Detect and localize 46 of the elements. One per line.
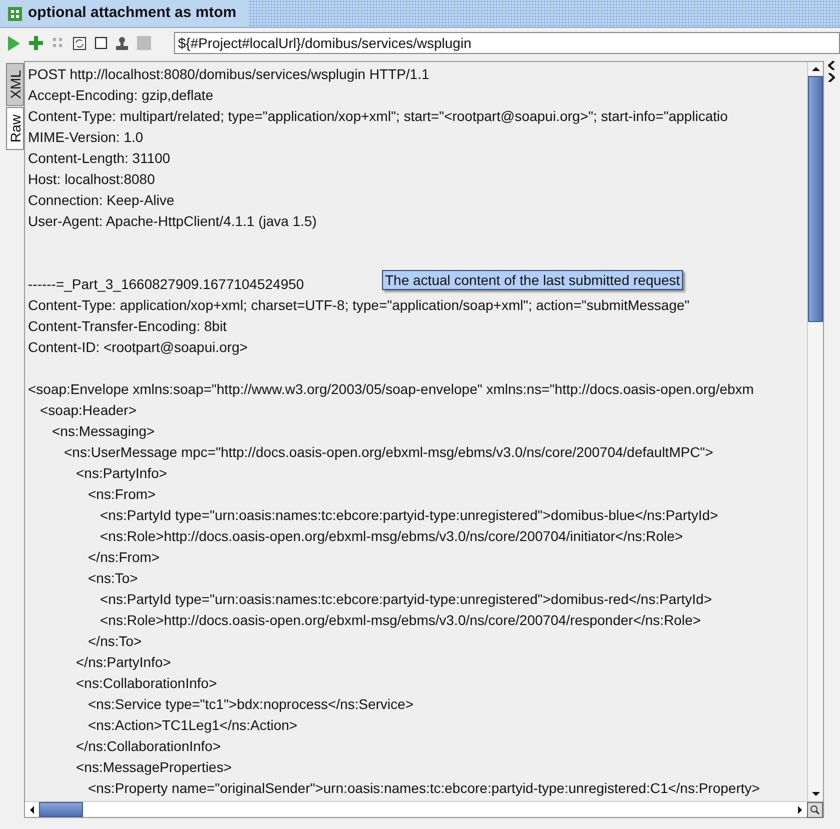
code-line: <ns:Role>http://docs.oasis-open.org/ebxml-msg/ebms/v3.0/ns/core/200704/initiator</ns:Role> [100, 527, 683, 546]
code-line: <soap:Envelope xmlns:soap="http://www.w3.org/2003/05/soap-envelope" xmlns:ns="http://docs.oasis-open.org/ebxm [28, 380, 754, 399]
code-line: Host: localhost:8080 [28, 170, 155, 189]
code-line: Content-Length: 31100 [28, 149, 170, 168]
vertical-scrollbar[interactable] [807, 62, 823, 801]
plus-icon[interactable] [29, 36, 43, 50]
code-line: <ns:UserMessage mpc="http://docs.oasis-open.org/ebxml-msg/ebms/v3.0/ns/core/200704/defaultMPC"> [64, 443, 714, 462]
chevron-left-icon[interactable] [828, 61, 835, 70]
code-line: </ns:PartyInfo> [76, 653, 171, 672]
code-line: </ns:From> [88, 548, 160, 567]
code-line: ------=_Part_3_1660827909.1677104524950 [28, 275, 304, 294]
code-line: POST http://localhost:8080/domibus/services/wsplugin HTTP/1.1 [28, 65, 430, 84]
chevron-right-icon[interactable] [828, 73, 835, 82]
scroll-thumb[interactable] [808, 76, 823, 322]
refresh-icon[interactable] [73, 36, 86, 50]
code-line: <ns:PartyId type="urn:oasis:names:tc:ebcore:partyid-type:unregistered">domibus-red</ns:PartyId> [100, 590, 712, 609]
code-line: <ns:CollaborationInfo> [76, 674, 217, 693]
code-line: <ns:From> [88, 485, 156, 504]
code-line: <ns:Messaging> [52, 422, 155, 441]
code-line: Content-ID: <rootpart@soapui.org> [28, 338, 248, 357]
code-line: MIME-Version: 1.0 [28, 128, 144, 147]
code-line: <ns:PartyInfo> [76, 464, 168, 483]
side-tab[interactable]: XML [6, 63, 24, 106]
code-line: <ns:Action>TC1Leg1</ns:Action> [88, 716, 298, 735]
code-line: </ns:To> [88, 632, 142, 651]
tooltip: The actual content of the last submitted request [382, 270, 683, 290]
code-line: Content-Type: application/xop+xml; charset=UTF-8; type="application/soap+xml"; action="submitMessage" [28, 296, 690, 315]
code-line: <ns:Property name="originalSender">urn:oasis:names:tc:ebcore:partyid-type:unregistered:C1</ns:Property> [88, 779, 760, 798]
window-title: optional attachment as mtom [28, 3, 236, 24]
code-line: <ns:Service type="tc1">bdx:noprocess</ns:Service> [88, 695, 414, 714]
endpoint-field[interactable]: ${#Project#localUrl}/domibus/services/wsplugin [174, 32, 840, 54]
code-line: Accept-Encoding: gzip,deflate [28, 86, 214, 105]
code-line: <ns:MessageProperties> [76, 758, 232, 777]
stamp-icon[interactable] [116, 36, 128, 50]
code-line: <soap:Header> [40, 401, 137, 420]
code-line: Content-Transfer-Encoding: 8bit [28, 317, 227, 336]
zoom-icon[interactable] [807, 802, 823, 818]
code-line: User-Agent: Apache-HttpClient/4.1.1 (java 1.5) [28, 212, 317, 231]
side-tab[interactable]: Raw [6, 107, 24, 150]
scroll-thumb[interactable] [39, 802, 83, 817]
code-line: <ns:To> [88, 569, 138, 588]
code-line: <ns:PartyId type="urn:oasis:names:tc:ebcore:partyid-type:unregistered">domibus-blue</ns:PartyId> [100, 506, 718, 525]
code-line: Content-Type: multipart/related; type="application/xop+xml"; start="<rootpart@soapui.org>"; start-info="applicatio [28, 107, 728, 126]
code-line: Connection: Keep-Alive [28, 191, 174, 210]
code-line: </ns:CollaborationInfo> [76, 737, 221, 756]
code-line: <ns:Role>http://docs.oasis-open.org/ebxml-msg/ebms/v3.0/ns/core/200704/responder</ns:Role> [100, 611, 701, 630]
